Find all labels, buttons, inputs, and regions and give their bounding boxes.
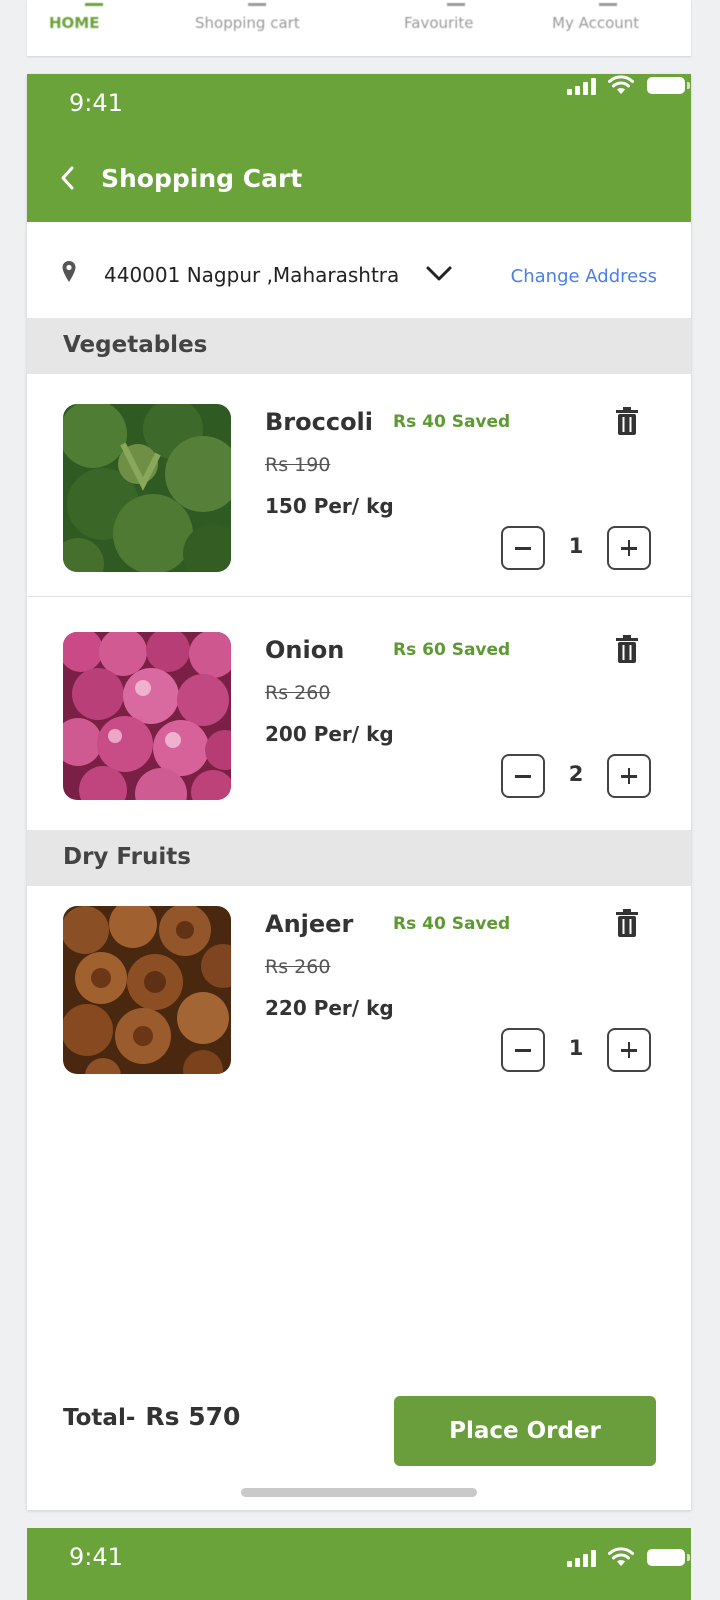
decrease-qty-button[interactable] bbox=[501, 526, 545, 570]
section-title: Vegetables bbox=[63, 332, 208, 358]
onion-image bbox=[63, 632, 231, 800]
battery-icon bbox=[647, 77, 690, 94]
item-price: 220 Per/ kg bbox=[265, 996, 394, 1020]
bottom-nav-bar: HOME Shopping cart Favourite My Account bbox=[27, 0, 691, 56]
address-bar: 440001 Nagpur ,Maharashtra Change Addres… bbox=[27, 222, 691, 318]
status-time: 9:41 bbox=[69, 1543, 123, 1571]
signal-icon bbox=[567, 1550, 599, 1567]
item-name: Onion bbox=[265, 636, 345, 664]
wifi-icon bbox=[608, 75, 634, 94]
battery-icon bbox=[647, 1549, 690, 1566]
next-screen-status-bar: 9:41 bbox=[27, 1528, 691, 1600]
item-price: 200 Per/ kg bbox=[265, 722, 394, 746]
nav-item-home[interactable]: HOME bbox=[49, 14, 99, 32]
old-price: Rs 260 bbox=[265, 682, 331, 704]
old-price: Rs 260 bbox=[265, 956, 331, 978]
total-label: Total- bbox=[63, 1405, 136, 1431]
order-total: Total- Rs 570 bbox=[63, 1402, 240, 1431]
broccoli-image bbox=[63, 404, 231, 572]
increase-qty-button[interactable] bbox=[607, 1028, 651, 1072]
wifi-icon bbox=[608, 1547, 634, 1566]
saved-badge: Rs 40 Saved bbox=[393, 412, 511, 432]
home-indicator bbox=[241, 1488, 477, 1497]
increase-qty-button[interactable] bbox=[607, 526, 651, 570]
app-header: 9:41 Shopping Cart bbox=[27, 74, 691, 222]
decrease-qty-button[interactable] bbox=[501, 1028, 545, 1072]
page-title: Shopping Cart bbox=[101, 164, 303, 193]
nav-item-favourite[interactable]: Favourite bbox=[404, 14, 473, 32]
location-pin-icon bbox=[62, 261, 76, 282]
section-title: Dry Fruits bbox=[63, 844, 191, 870]
signal-icon bbox=[567, 78, 599, 95]
saved-badge: Rs 40 Saved bbox=[393, 914, 511, 934]
total-amount: Rs 570 bbox=[145, 1402, 241, 1431]
back-arrow-icon[interactable] bbox=[57, 164, 79, 192]
home-icon bbox=[85, 0, 103, 6]
cart-item-onion: Onion Rs 60 Saved Rs 260 200 Per/ kg 2 bbox=[27, 602, 691, 830]
heart-icon bbox=[447, 0, 465, 6]
quantity-value: 1 bbox=[568, 1036, 584, 1060]
account-icon bbox=[599, 0, 617, 6]
quantity-value: 2 bbox=[568, 762, 584, 786]
section-header-dry-fruits: Dry Fruits bbox=[27, 830, 691, 886]
quantity-value: 1 bbox=[568, 534, 584, 558]
item-name: Anjeer bbox=[265, 910, 354, 938]
cart-item-broccoli: Broccoli Rs 40 Saved Rs 190 150 Per/ kg … bbox=[27, 374, 691, 596]
trash-icon[interactable] bbox=[615, 634, 639, 664]
change-address-link[interactable]: Change Address bbox=[511, 266, 657, 287]
old-price: Rs 190 bbox=[265, 454, 331, 476]
item-price: 150 Per/ kg bbox=[265, 494, 394, 518]
divider bbox=[27, 596, 691, 597]
cart-item-anjeer: Anjeer Rs 40 Saved Rs 260 220 Per/ kg 1 bbox=[27, 900, 691, 1122]
trash-icon[interactable] bbox=[615, 908, 639, 938]
item-name: Broccoli bbox=[265, 408, 374, 436]
chevron-down-icon[interactable] bbox=[425, 265, 453, 283]
section-header-vegetables: Vegetables bbox=[27, 318, 691, 374]
status-time: 9:41 bbox=[69, 89, 123, 117]
decrease-qty-button[interactable] bbox=[501, 754, 545, 798]
nav-item-shopping-cart[interactable]: Shopping cart bbox=[195, 14, 300, 32]
anjeer-image bbox=[63, 906, 231, 1074]
place-order-button[interactable]: Place Order bbox=[394, 1396, 656, 1466]
trash-icon[interactable] bbox=[615, 406, 639, 436]
increase-qty-button[interactable] bbox=[607, 754, 651, 798]
nav-item-my-account[interactable]: My Account bbox=[552, 14, 639, 32]
shopping-cart-screen: 9:41 Shopping Cart 440001 Nagpur ,Mahara… bbox=[27, 74, 691, 1510]
delivery-address: 440001 Nagpur ,Maharashtra bbox=[104, 263, 400, 287]
cart-icon bbox=[248, 0, 266, 6]
saved-badge: Rs 60 Saved bbox=[393, 640, 511, 660]
